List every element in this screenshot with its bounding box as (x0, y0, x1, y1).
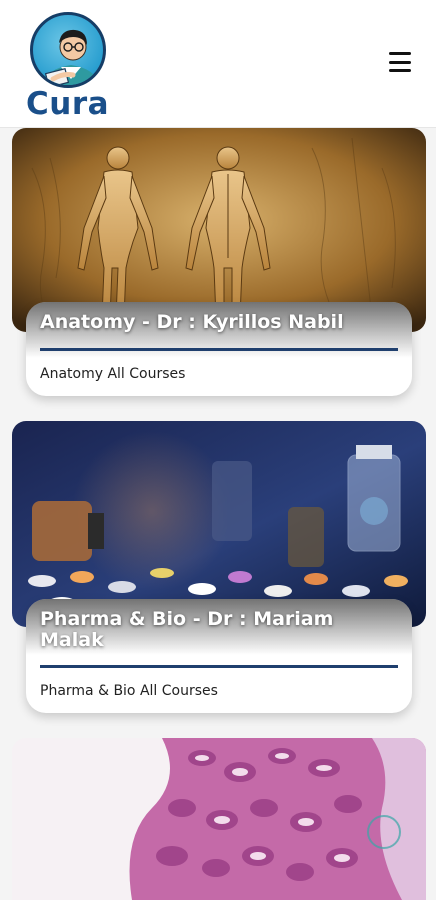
course-title: Pharma & Bio - Dr : Mariam Malak (40, 608, 334, 651)
divider (40, 665, 398, 668)
course-card-anatomy[interactable]: Anatomy - Dr : Kyrillos Nabil Anatomy Al… (12, 128, 426, 398)
brand-logo[interactable]: Cura (26, 12, 110, 122)
doctor-reading-book-icon (30, 12, 106, 88)
course-card-pharma-bio[interactable]: Pharma & Bio - Dr : Mariam Malak Pharma … (12, 421, 426, 715)
course-card-histology[interactable] (12, 738, 426, 900)
course-subtitle[interactable]: Anatomy All Courses (40, 366, 185, 382)
course-card-info[interactable]: Anatomy - Dr : Kyrillos Nabil Anatomy Al… (26, 302, 412, 396)
app-header: Cura (0, 0, 436, 128)
course-subtitle[interactable]: Pharma & Bio All Courses (40, 683, 218, 699)
course-card-info[interactable]: Pharma & Bio - Dr : Mariam Malak Pharma … (26, 599, 412, 713)
course-title: Anatomy - Dr : Kyrillos Nabil (40, 311, 344, 333)
divider (40, 348, 398, 351)
hamburger-menu-icon[interactable] (384, 48, 416, 76)
histology-slide-image (12, 738, 426, 900)
brand-name: Cura (26, 86, 110, 122)
pills-and-bottles-image (12, 421, 426, 627)
